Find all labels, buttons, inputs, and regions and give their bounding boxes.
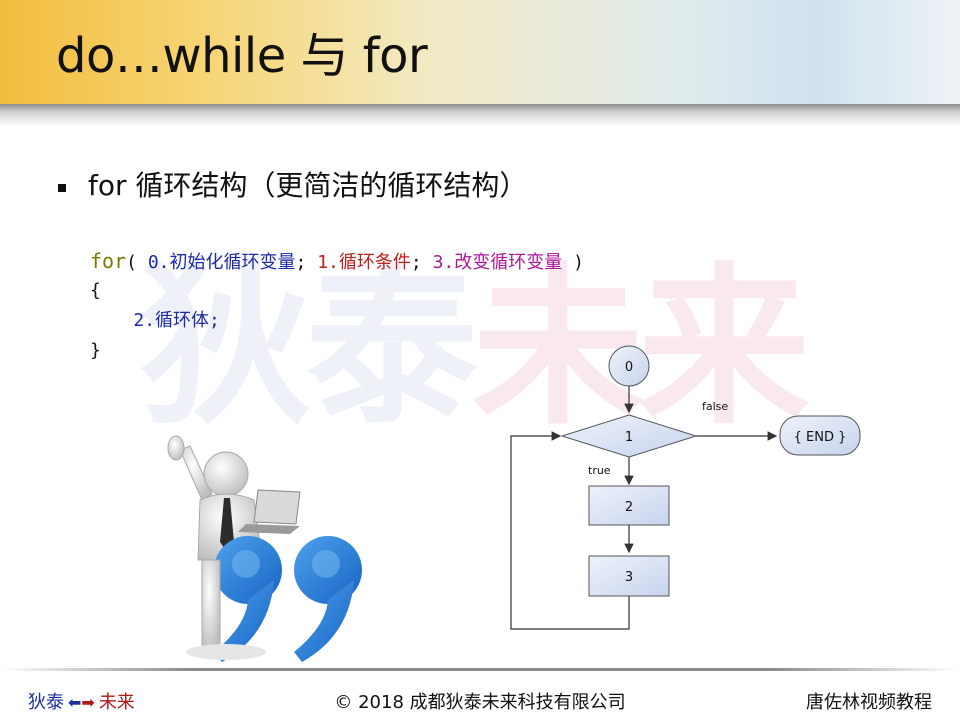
flowchart: 0 1 { END } 2 3 false true	[510, 345, 861, 630]
flow-false-label: false	[702, 400, 728, 413]
flow-true-label: true	[588, 464, 611, 477]
flow-node-end-label: { END }	[794, 430, 847, 445]
flow-node-2-label: 2	[625, 500, 633, 515]
flow-node-3-label: 3	[625, 570, 633, 585]
flow-node-0-label: 0	[625, 360, 633, 375]
edge-3-to-1-loop	[510, 431, 630, 630]
flow-node-1-label: 1	[625, 430, 633, 445]
